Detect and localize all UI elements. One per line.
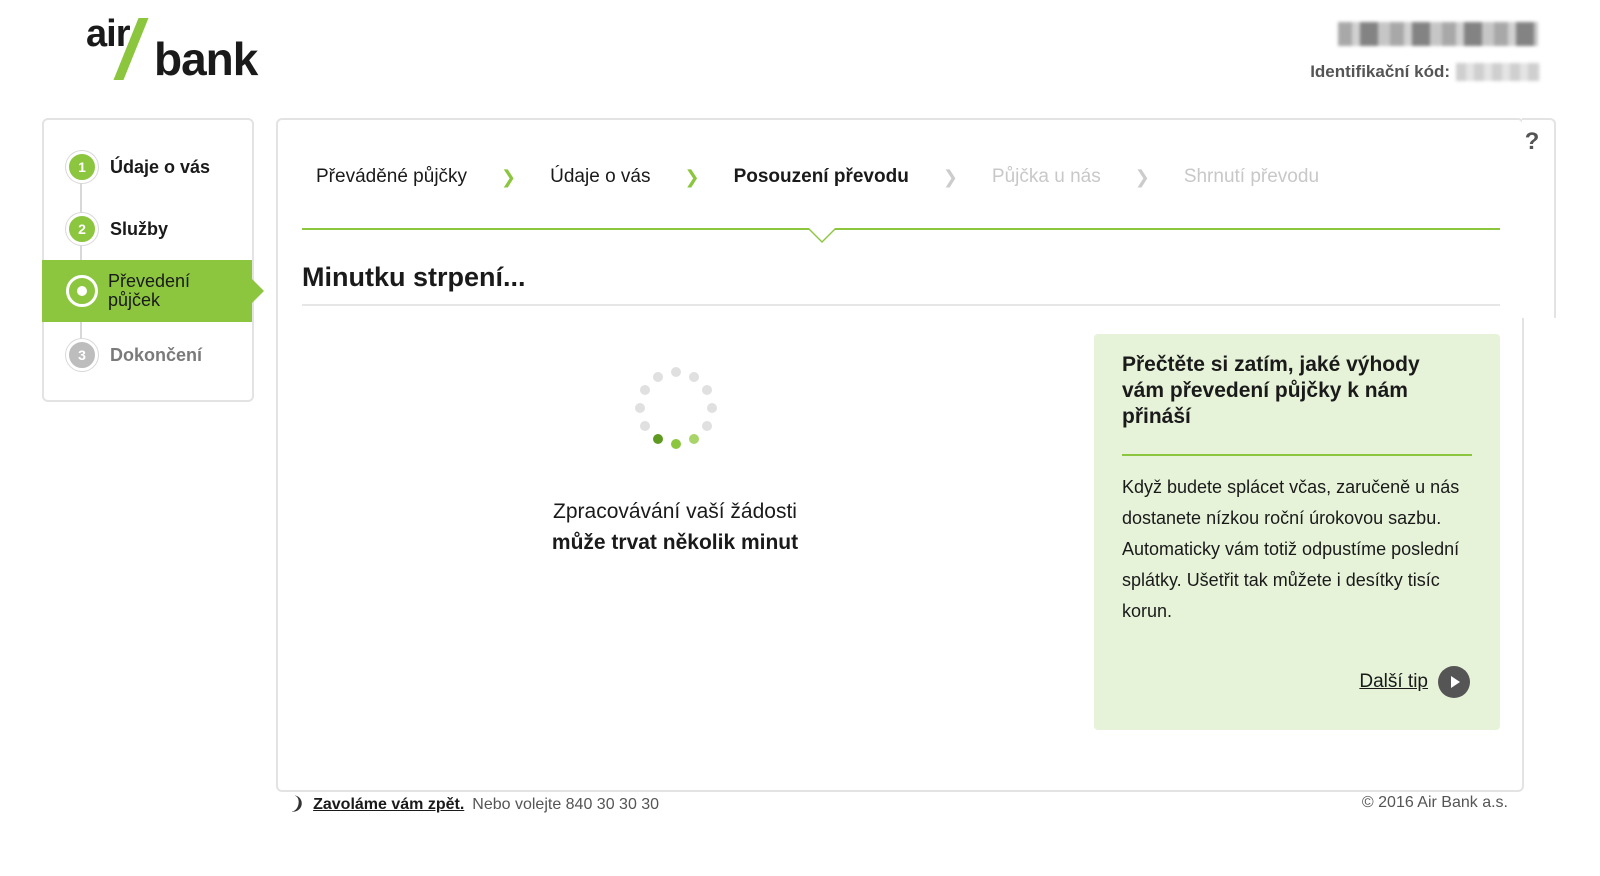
spinner-dot — [671, 439, 681, 449]
spinner-dot — [689, 434, 699, 445]
next-tip-link[interactable]: Další tip — [1359, 666, 1470, 698]
step-number-2: 2 — [66, 213, 98, 245]
processing-message: Zpracovávání vaší žádosti může trvat něk… — [500, 496, 850, 558]
spinner-dot — [653, 434, 663, 445]
tip-title: Přečtěte si zatím, jaké výhody vám převe… — [1122, 353, 1420, 428]
spinner-dot — [702, 421, 713, 431]
spinner-dot — [635, 403, 645, 413]
step-label: Služby — [110, 218, 169, 239]
current-step-pointer-inner — [809, 228, 835, 241]
id-value-redacted — [1456, 63, 1540, 81]
spinner-dot — [689, 371, 699, 382]
chevron-right-icon: ❯ — [1134, 166, 1150, 187]
tip-divider — [1122, 454, 1472, 456]
logo-text-air: air — [86, 13, 130, 55]
user-name-redacted — [1338, 22, 1538, 46]
phone-number-text: Nebo volejte 840 30 30 30 — [472, 795, 660, 813]
step-label: Převedení půjček — [108, 272, 190, 310]
tip-text: Když budete splácet včas, zaručeně u nás… — [1122, 477, 1460, 621]
title-divider — [302, 304, 1500, 306]
spinner-dot — [671, 367, 681, 377]
callback-link[interactable]: Zavoláme vám zpět. — [313, 796, 464, 814]
chevron-right-icon: ❯ — [942, 166, 958, 187]
chevron-right-icon: ❯ — [684, 166, 700, 187]
step-sluzby[interactable]: 2 Služby — [44, 198, 256, 260]
step-label-line2: půjček — [108, 290, 161, 310]
page-title: Minutku strpení... — [302, 262, 526, 292]
play-icon[interactable] — [1438, 666, 1470, 698]
spinner-dot — [707, 403, 717, 413]
step-label-line1: Převedení — [108, 271, 191, 291]
step-udaje-o-vas[interactable]: 1 Údaje o vás — [44, 136, 256, 198]
breadcrumb-shrnuti-prevodu: Shrnutí převodu — [1183, 166, 1320, 187]
spinner-dot — [653, 371, 663, 382]
spinner-dot — [639, 421, 650, 431]
breadcrumb-posouzeni-prevodu: Posouzení převodu — [733, 166, 909, 187]
step-label: Údaje o vás — [110, 156, 211, 177]
progress-steps-panel: 1 Údaje o vás 2 Služby Převedení půjček … — [42, 118, 264, 402]
identification-code: Identifikační kód: — [1310, 62, 1540, 82]
processing-line1: Zpracovávání vaší žádosti — [553, 500, 797, 523]
air-bank-logo: air bank — [86, 13, 286, 84]
next-tip-label: Další tip — [1359, 671, 1428, 692]
step-prevedeni-pujcek-active: Převedení půjček — [42, 260, 264, 322]
breadcrumb: Převáděné půjčky ❯ Údaje o vás ❯ Posouze… — [316, 164, 1319, 190]
phone-icon: ❩ — [288, 792, 308, 816]
breadcrumb-prevadene-pujcky[interactable]: Převáděné půjčky — [316, 166, 467, 188]
step-number-3: 3 — [66, 339, 98, 371]
logo-text-bank: bank — [154, 33, 258, 85]
help-icon[interactable]: ? — [1520, 128, 1544, 164]
breadcrumb-divider — [302, 228, 1500, 230]
breadcrumb-pujcka-u-nas: Půjčka u nás — [991, 166, 1101, 187]
step-number-1: 1 — [66, 151, 98, 183]
id-label: Identifikační kód: — [1310, 62, 1450, 81]
tip-box: Přečtěte si zatím, jaké výhody vám převe… — [1094, 334, 1500, 730]
spinner-dot — [639, 385, 650, 395]
copyright: © 2016 Air Bank a.s. — [1361, 794, 1508, 811]
loading-spinner-icon — [634, 366, 718, 450]
step-dokonceni: 3 Dokončení — [44, 324, 256, 386]
chevron-right-icon: ❯ — [501, 166, 517, 187]
breadcrumb-udaje-o-vas[interactable]: Údaje o vás — [550, 166, 650, 188]
spinner-dot — [702, 385, 713, 395]
step-label: Dokončení — [110, 344, 203, 365]
processing-line2: může trvat několik minut — [551, 531, 799, 554]
current-step-icon — [66, 275, 98, 307]
footer-contact: ❩ Zavoláme vám zpět. Nebo volejte 840 30… — [288, 792, 660, 816]
